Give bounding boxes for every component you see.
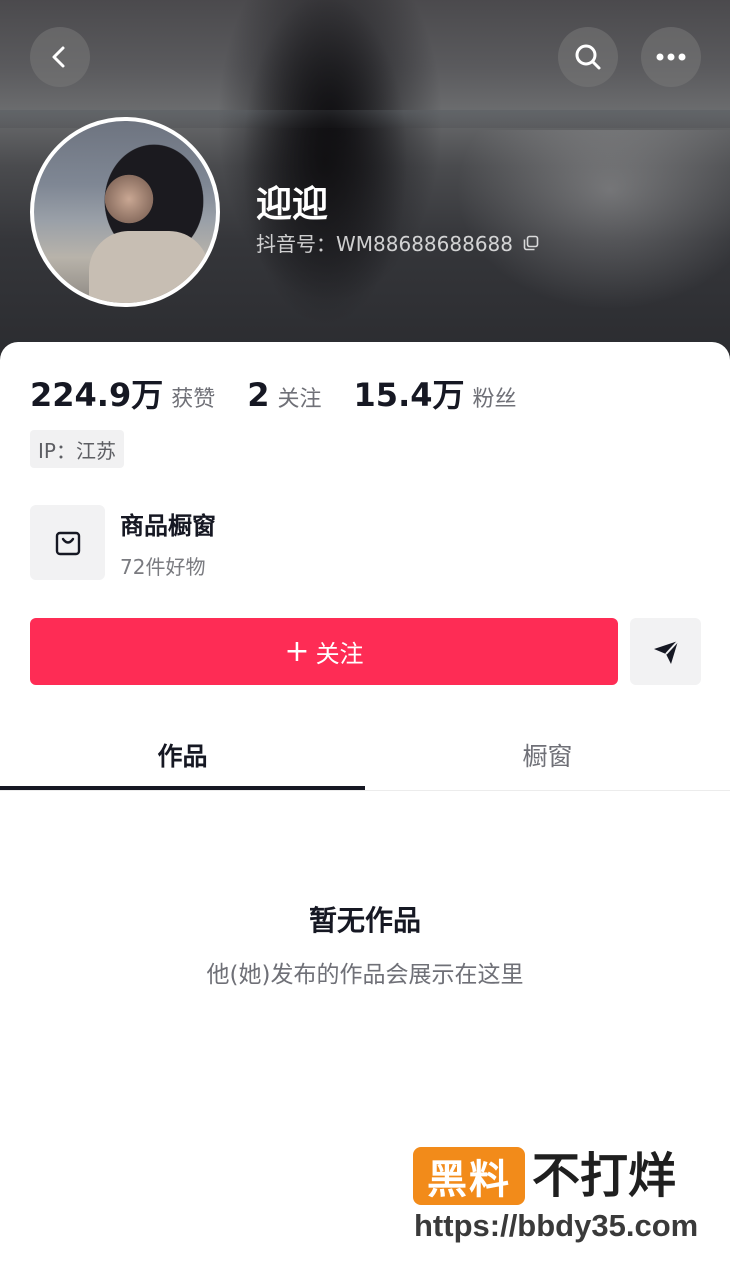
stat-following-value: 2 <box>247 376 270 414</box>
shop-subtitle: 72件好物 <box>120 554 206 579</box>
ip-location-tag: IP：江苏 <box>30 430 124 468</box>
follow-label: 关注 <box>315 640 364 668</box>
tab-active-indicator <box>0 786 365 790</box>
send-message-button[interactable] <box>630 618 701 685</box>
stat-following[interactable]: 2 关注 <box>247 376 321 414</box>
shop-window-entry[interactable]: 商品橱窗 72件好物 <box>30 505 216 580</box>
watermark-text: 不打烊 <box>532 1148 677 1204</box>
username: 迎迎 <box>256 184 329 225</box>
cover-silhouette <box>215 0 465 370</box>
empty-state-title: 暂无作品 <box>308 904 421 937</box>
stat-likes-value: 224.9万 <box>30 376 164 414</box>
search-button[interactable] <box>558 27 618 87</box>
shopping-bag-icon <box>55 531 80 555</box>
stat-likes[interactable]: 224.9万 获赞 <box>30 370 215 416</box>
shop-title: 商品橱窗 <box>120 511 216 540</box>
follow-button[interactable]: + 关注 <box>30 618 618 685</box>
stat-following-label: 关注 <box>277 387 322 412</box>
douyin-id-row[interactable]: 抖音号：WM88688688688 <box>256 228 539 257</box>
plus-icon: + <box>284 633 310 669</box>
stat-followers[interactable]: 15.4万 粉丝 <box>354 370 517 416</box>
shop-text: 商品橱窗 72件好物 <box>120 506 216 580</box>
more-button[interactable] <box>641 27 701 87</box>
tab-works[interactable]: 作品 <box>0 720 365 790</box>
copy-icon[interactable] <box>523 235 539 251</box>
more-dots-icon <box>656 53 686 61</box>
stat-likes-label: 获赞 <box>171 387 216 412</box>
stat-followers-label: 粉丝 <box>472 387 517 412</box>
tab-shop-window[interactable]: 橱窗 <box>365 720 730 790</box>
douyin-id: 抖音号：WM88688688688 <box>256 232 514 256</box>
avatar[interactable] <box>30 117 220 307</box>
back-button[interactable] <box>30 27 90 87</box>
profile-cover: 迎迎 抖音号：WM88688688688 <box>0 0 730 370</box>
profile-card: 224.9万 获赞 2 关注 15.4万 粉丝 IP：江苏 商品橱窗 72件好物… <box>0 342 730 1280</box>
stat-followers-value: 15.4万 <box>353 376 465 414</box>
content-tabs: 作品 橱窗 <box>0 720 730 791</box>
watermark-logo-box: 黑料 <box>413 1147 525 1205</box>
stats-row: 224.9万 获赞 2 关注 15.4万 粉丝 <box>30 370 549 416</box>
send-icon <box>653 639 679 664</box>
shop-icon-box <box>30 505 105 580</box>
chevron-left-icon <box>52 46 65 68</box>
watermark-url: https://bbdy35.com <box>414 1208 699 1243</box>
empty-state-subtitle: 他(她)发布的作品会展示在这里 <box>206 962 524 988</box>
search-icon <box>575 44 601 70</box>
avatar-figure <box>89 231 209 303</box>
